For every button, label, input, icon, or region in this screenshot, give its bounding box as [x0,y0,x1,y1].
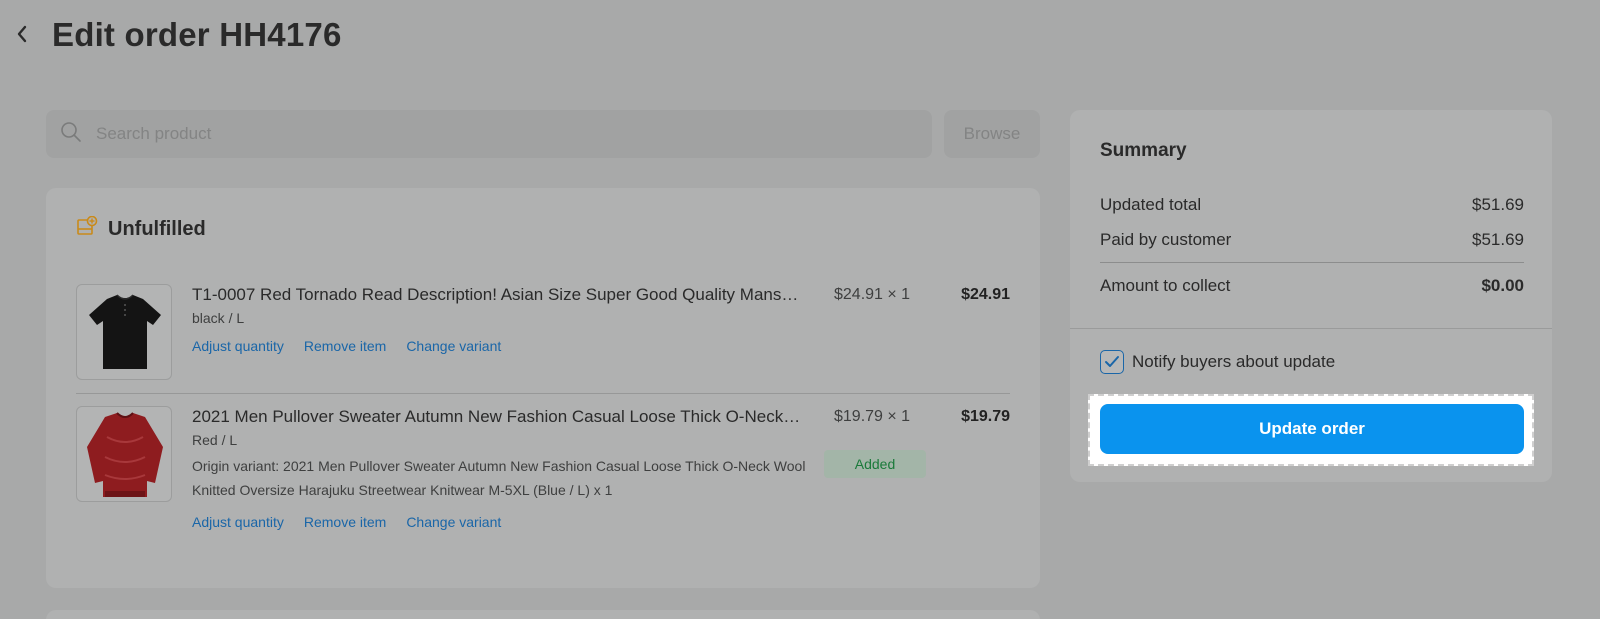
unfulfilled-icon [76,215,98,243]
notify-checkbox[interactable] [1100,350,1124,374]
notify-label: Notify buyers about update [1132,352,1336,371]
line-item-variant: Red / L [192,432,238,448]
line-item-total: $24.91 [961,286,1010,303]
summary-separator [1100,262,1524,263]
line-item-title: 2021 Men Pullover Sweater Autumn New Fas… [192,407,801,426]
search-box[interactable] [46,110,932,158]
back-button[interactable] [8,22,36,50]
product-thumbnail [76,406,172,502]
tshirt-image [89,294,161,369]
summary-label: Paid by customer [1100,230,1232,249]
search-input[interactable] [94,123,932,145]
summary-value: $0.00 [1481,276,1524,295]
line-item-title: T1-0007 Red Tornado Read Description! As… [192,285,799,304]
line-item-actions: Adjust quantity Remove item Change varia… [192,338,812,354]
chevron-left-icon [15,24,29,49]
search-icon [60,121,82,148]
product-thumbnail [76,284,172,380]
line-item: 2021 Men Pullover Sweater Autumn New Fas… [76,406,1010,556]
added-badge: Added [824,450,926,478]
remove-item-link[interactable]: Remove item [304,514,386,530]
change-variant-link[interactable]: Change variant [406,514,501,530]
line-item-unit-price: $24.91 × 1 [834,286,911,303]
unfulfilled-card: Unfulfilled T1-0007 Red Tornado Read Des… [46,188,1040,588]
summary-row-amount-to-collect: Amount to collect $0.00 [1100,276,1524,296]
adjust-quantity-link[interactable]: Adjust quantity [192,514,284,530]
summary-row-paid-by-customer: Paid by customer $51.69 [1100,230,1524,250]
remove-item-link[interactable]: Remove item [304,338,386,354]
summary-label: Updated total [1100,195,1202,214]
summary-label: Amount to collect [1100,276,1231,295]
line-item-info: 2021 Men Pullover Sweater Autumn New Fas… [192,406,812,530]
summary-value: $51.69 [1472,230,1524,249]
line-item-total: $19.79 [961,408,1010,425]
sweater-image [87,412,163,497]
browse-button[interactable]: Browse [944,110,1040,158]
notify-buyers-toggle[interactable]: Notify buyers about update [1100,350,1335,374]
unfulfilled-title: Unfulfilled [108,218,206,240]
summary-row-updated-total: Updated total $51.69 [1100,195,1524,215]
next-card-edge [46,610,1040,619]
summary-divider [1070,328,1552,329]
check-icon [1105,356,1119,367]
page-title: Edit order HH4176 [52,16,342,53]
item-divider [76,393,1010,394]
line-item-info: T1-0007 Red Tornado Read Description! As… [192,284,812,354]
summary-title: Summary [1100,140,1187,161]
line-item-actions: Adjust quantity Remove item Change varia… [192,514,812,530]
line-item-variant: black / L [192,310,245,326]
unfulfilled-header: Unfulfilled [76,215,206,243]
update-order-button[interactable]: Update order [1100,404,1524,454]
line-item-unit-price: $19.79 × 1 [834,408,911,425]
line-item: T1-0007 Red Tornado Read Description! As… [76,284,1010,384]
summary-value: $51.69 [1472,195,1524,214]
line-item-origin-variant: Origin variant: 2021 Men Pullover Sweate… [192,458,806,498]
change-variant-link[interactable]: Change variant [406,338,501,354]
edit-order-page: Edit order HH4176 Browse Unfulfilled [0,0,1600,619]
adjust-quantity-link[interactable]: Adjust quantity [192,338,284,354]
